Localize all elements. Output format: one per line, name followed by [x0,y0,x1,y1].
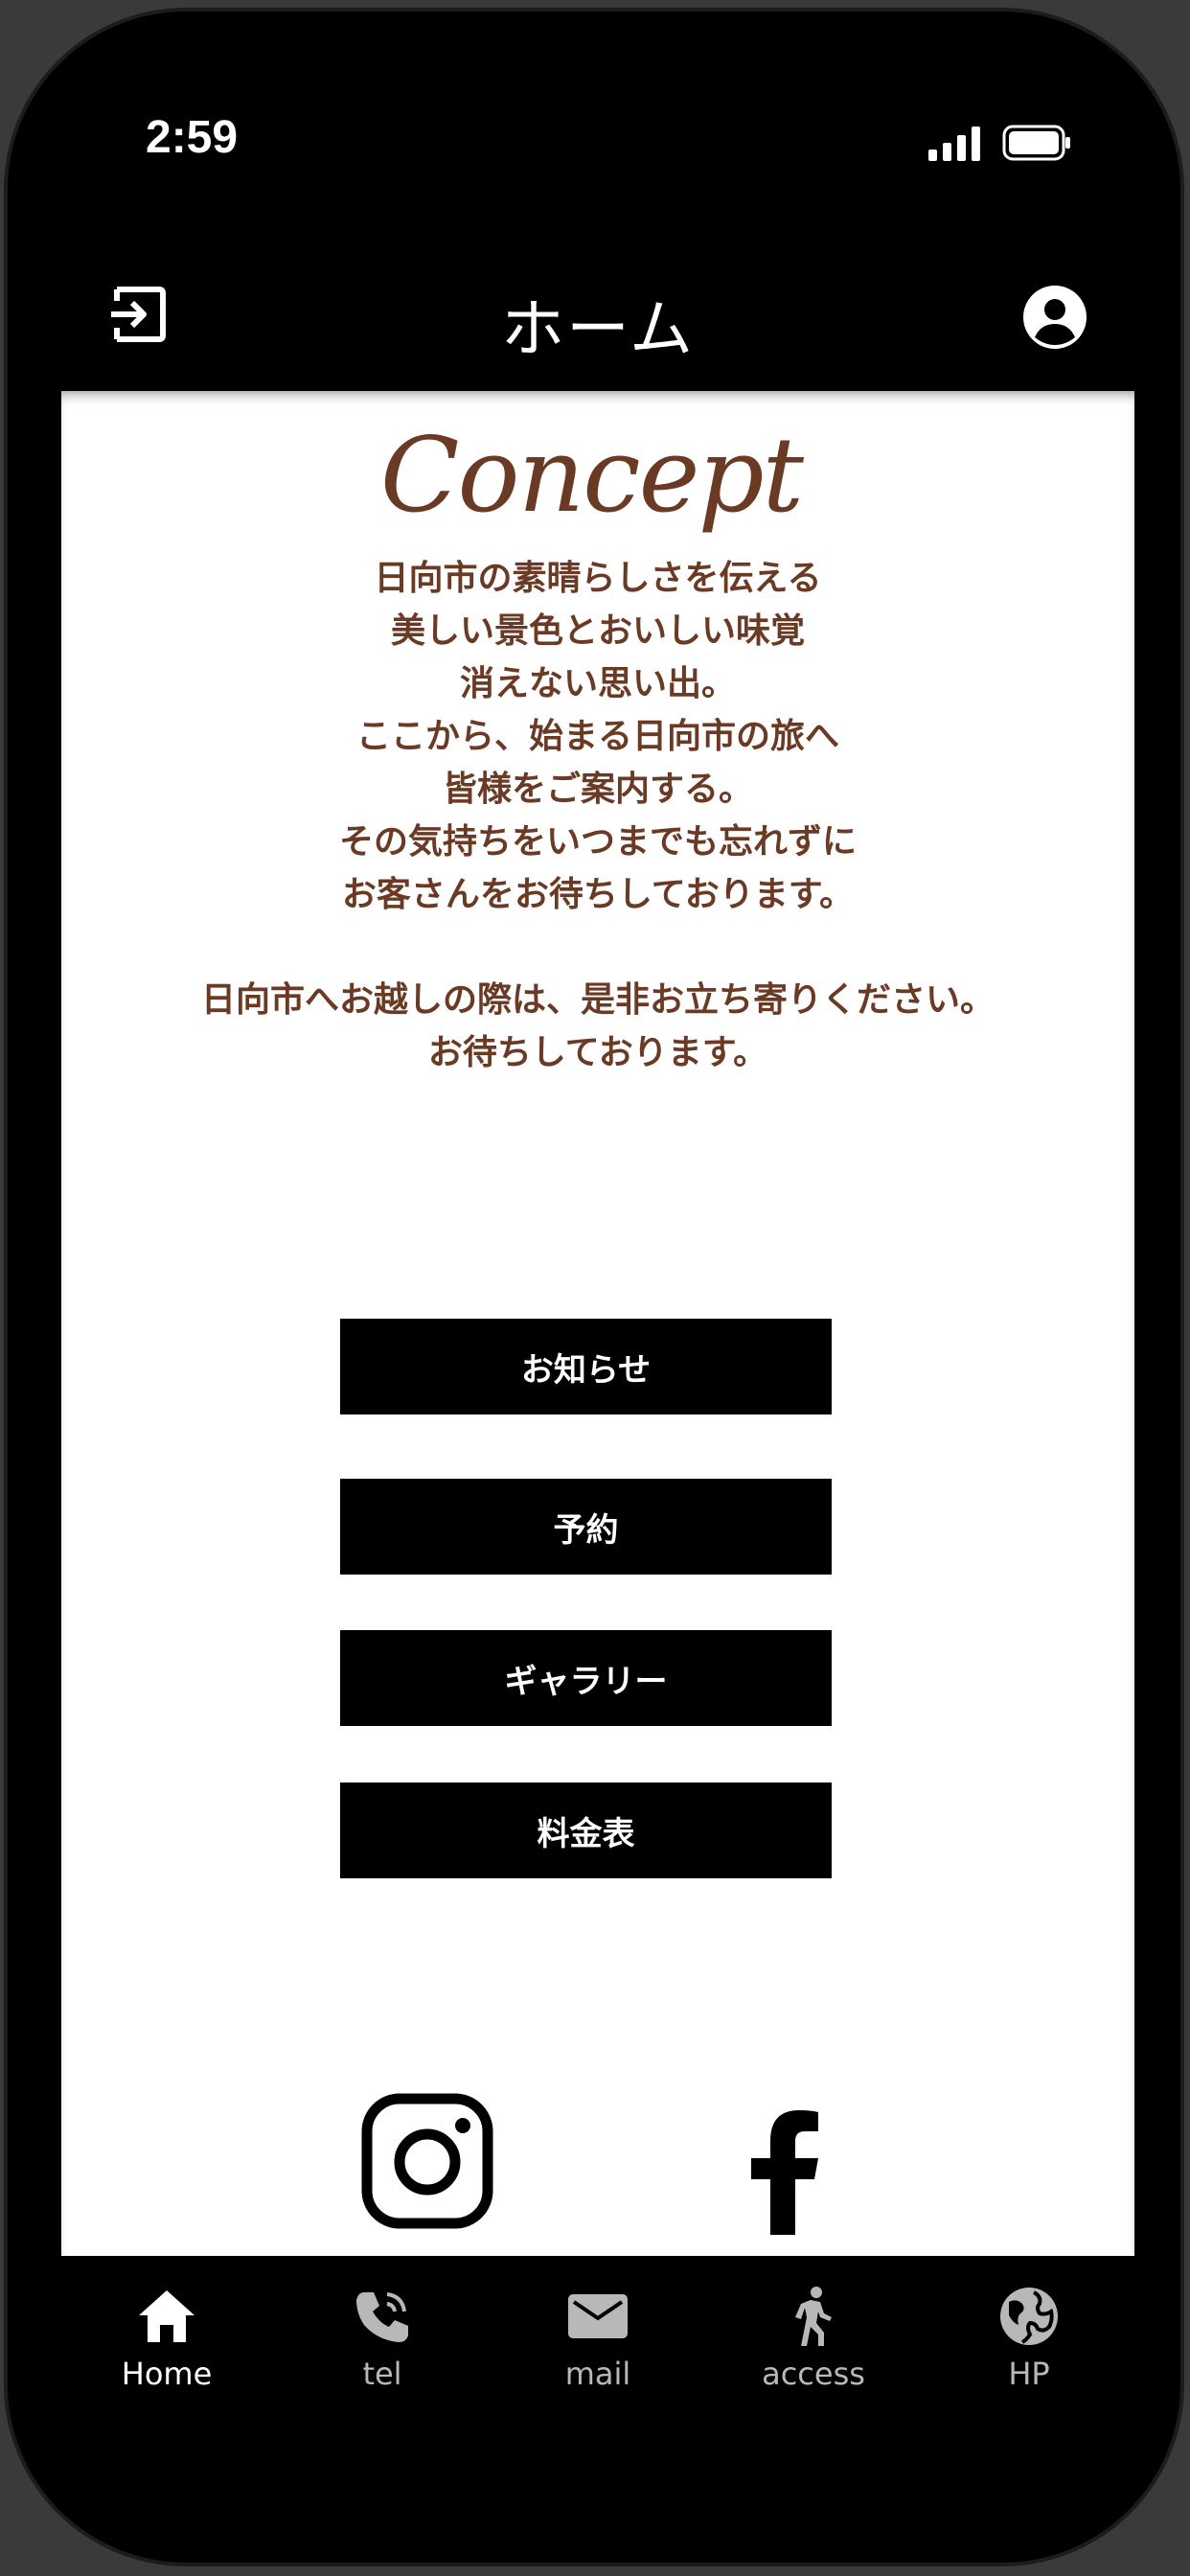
news-button[interactable]: お知らせ [340,1319,832,1414]
home-icon [139,2290,195,2342]
phone-body: 2:59 ホーム Concept 日向市の素晴らしさを伝える 美しい景色とおいし… [4,8,1184,2566]
walk-icon [795,2287,832,2346]
tab-access[interactable]: access [737,2285,890,2419]
account-circle-icon[interactable] [1021,284,1088,351]
tab-label: HP [1008,2356,1050,2392]
concept-line: 消えない思い出。 [459,664,736,703]
facebook-icon[interactable] [749,2108,820,2235]
battery-icon [1002,125,1070,161]
mail-icon [568,2294,628,2338]
price-list-button[interactable]: 料金表 [340,1782,832,1878]
instagram-icon[interactable] [361,2093,493,2229]
device-frame: 2:59 ホーム Concept 日向市の素晴らしさを伝える 美しい景色とおいし… [0,0,1190,2576]
tab-label: tel [362,2356,402,2392]
notch [301,77,895,165]
concept-line: 日向市へお越しの際は、是非お立ち寄りください。 [200,980,995,1020]
cellular-signal-icon [928,126,980,161]
tab-label: mail [564,2356,631,2392]
status-time: 2:59 [146,112,239,163]
concept-line: お待ちしております。 [427,1033,768,1072]
reservation-button[interactable]: 予約 [340,1479,832,1575]
tab-label: access [762,2356,865,2392]
concept-line: 美しい景色とおいしい味覚 [390,611,805,651]
phone-icon [356,2292,408,2342]
globe-icon [1000,2288,1058,2345]
tab-label: Home [121,2356,213,2392]
page-title: ホーム [500,292,696,366]
tab-mail[interactable]: mail [521,2285,675,2419]
phone-screen: 2:59 ホーム Concept 日向市の素晴らしさを伝える 美しい景色とおいし… [61,77,1134,2520]
tab-tel[interactable]: tel [306,2285,459,2419]
concept-text: 日向市の素晴らしさを伝える 美しい景色とおいしい味覚 消えない思い出。 ここから… [61,552,1134,1079]
concept-line: お客さんをお待ちしております。 [341,875,855,914]
tab-hp[interactable]: HP [952,2285,1106,2419]
concept-line: 日向市の素晴らしさを伝える [374,559,822,598]
concept-line: その気持ちをいつまでも忘れずに [338,822,857,862]
concept-spacer [61,921,1134,974]
app-header: ホーム [61,249,1134,391]
main-content: Concept 日向市の素晴らしさを伝える 美しい景色とおいしい味覚 消えない思… [61,391,1134,2256]
gallery-button[interactable]: ギャラリー [340,1630,832,1726]
tab-home[interactable]: Home [90,2285,243,2419]
concept-title: Concept [379,416,804,536]
concept-line: ここから、始まる日向市の旅へ [355,717,839,756]
concept-line: 皆様をご案内する。 [442,770,753,809]
bottom-tab-bar: Home tel mail access HP [61,2256,1134,2520]
